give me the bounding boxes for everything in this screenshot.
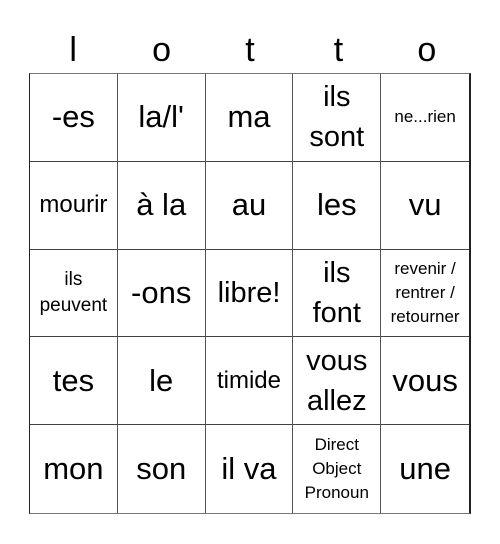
title-letter: t <box>245 31 255 69</box>
bingo-cell-text: à la <box>136 187 187 223</box>
bingo-cell[interactable]: tes <box>30 337 118 426</box>
title-letter: l <box>69 31 77 69</box>
bingo-cell-text: ils font <box>312 256 361 329</box>
bingo-cell-text: -ons <box>131 274 192 310</box>
bingo-cell-text: ils sont <box>309 81 365 154</box>
title-letter: t <box>333 31 344 69</box>
bingo-cell[interactable]: timide <box>205 337 294 426</box>
bingo-cell-text: le <box>149 362 174 398</box>
bingo-cell-text: les <box>316 187 357 223</box>
bingo-cell-text: tes <box>52 362 95 398</box>
title-letter: o <box>152 31 172 69</box>
bingo-cell[interactable]: -es <box>30 74 118 162</box>
bingo-cell[interactable]: vous allez <box>293 337 382 426</box>
bingo-cell-text: mon <box>43 451 104 487</box>
bingo-cell[interactable]: les <box>293 161 382 250</box>
bingo-title: l o t t o <box>29 28 471 72</box>
bingo-cell[interactable]: une <box>381 425 469 513</box>
bingo-cell[interactable]: Direct Object Pronoun <box>293 425 382 513</box>
bingo-cell[interactable]: -ons <box>117 249 206 338</box>
bingo-cell-text: -es <box>51 99 95 135</box>
bingo-cell-text: vous <box>392 362 458 398</box>
bingo-cell[interactable]: mourir <box>30 161 118 250</box>
bingo-cell-text: revenir / rentrer / retourner <box>390 258 460 326</box>
bingo-cell-text: ils peuvent <box>39 268 108 316</box>
bingo-cell-text: ne...rien <box>394 107 456 127</box>
bingo-cell[interactable]: ils peuvent <box>30 249 118 338</box>
bingo-cell-text: la/l' <box>138 99 184 135</box>
title-letter: o <box>417 31 437 69</box>
bingo-cell[interactable]: ils sont <box>293 74 382 162</box>
bingo-cell-text: son <box>136 451 187 487</box>
bingo-cell[interactable]: ma <box>205 74 294 162</box>
bingo-cell-text: timide <box>216 366 281 394</box>
bingo-cell[interactable]: ne...rien <box>381 74 469 162</box>
bingo-cell[interactable]: à la <box>117 161 206 250</box>
bingo-cell-text: mourir <box>39 191 108 219</box>
bingo-cell[interactable]: au <box>205 161 294 250</box>
bingo-cell[interactable]: le <box>117 337 206 426</box>
bingo-cell[interactable]: la/l' <box>117 74 206 162</box>
bingo-cell-text: il va <box>221 451 277 487</box>
bingo-card: -es la/l' ma ils sont ne...rien mourir à la au l… <box>29 73 471 514</box>
bingo-cell[interactable]: vu <box>381 162 469 250</box>
bingo-cell[interactable]: son <box>118 425 206 513</box>
bingo-cell-text: au <box>231 187 267 223</box>
bingo-cell-text: Direct Object Pronoun <box>304 435 369 503</box>
bingo-cell[interactable]: ils font <box>293 249 382 338</box>
bingo-cell-text: vu <box>408 187 442 223</box>
bingo-cell-text: libre! <box>217 276 281 309</box>
bingo-cell[interactable]: il va <box>206 425 294 513</box>
bingo-cell-text: ma <box>227 99 271 135</box>
bingo-cell[interactable]: revenir / rentrer / retourner <box>381 250 469 338</box>
bingo-cell-text: une <box>399 451 451 487</box>
bingo-cell[interactable]: vous <box>381 337 469 426</box>
bingo-cell[interactable]: mon <box>30 425 118 513</box>
bingo-cell-text: vous allez <box>306 344 368 417</box>
bingo-cell[interactable]: libre! <box>205 249 294 338</box>
